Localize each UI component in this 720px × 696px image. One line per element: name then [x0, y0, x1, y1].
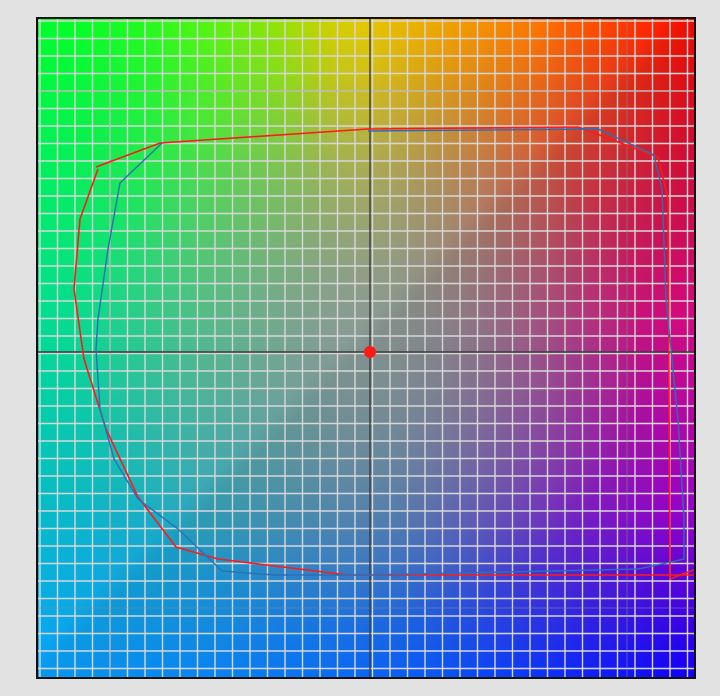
color-plane[interactable] — [38, 19, 694, 677]
center-point[interactable] — [364, 346, 376, 358]
color-plane-frame — [36, 17, 696, 679]
